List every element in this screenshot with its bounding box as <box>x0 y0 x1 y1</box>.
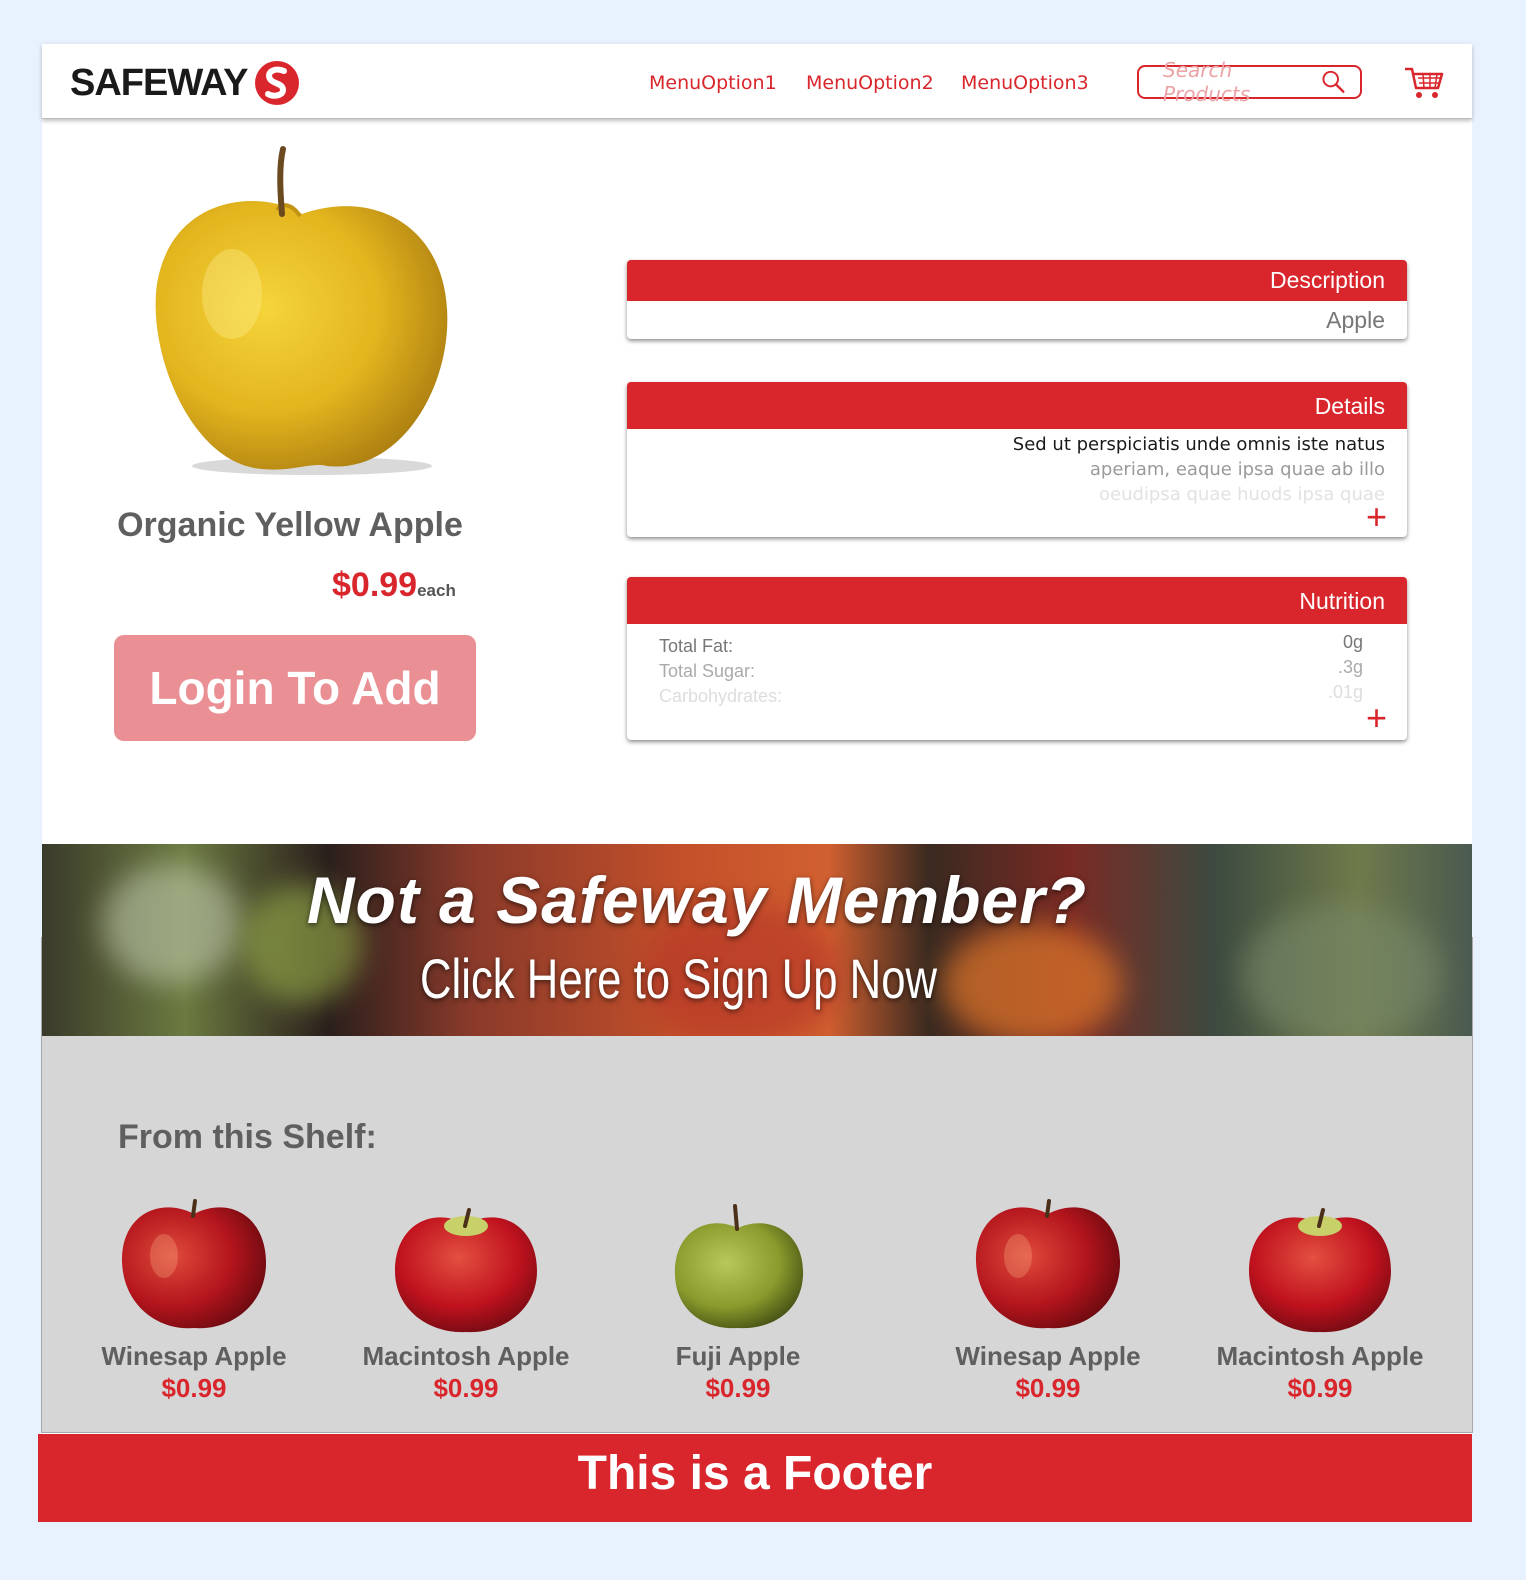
details-line: Sed ut perspiciatis unde omnis iste natu… <box>1012 434 1385 455</box>
nutrition-label: Total Fat: <box>659 636 734 656</box>
nutrition-value: .01g <box>1327 682 1363 702</box>
shelf-item-price: $0.99 <box>161 1373 227 1403</box>
shelf-item[interactable]: Macintosh Apple $0.99 <box>331 1196 601 1404</box>
nutrition-value: .3g <box>1337 657 1363 677</box>
signup-banner[interactable]: Not a Safeway Member? Click Here to Sign… <box>42 844 1472 1036</box>
shelf-item-price: $0.99 <box>1015 1373 1081 1403</box>
shelf-title: From this Shelf: <box>118 1118 377 1156</box>
nutrition-row-fat: Total Fat: 0g <box>627 632 1385 657</box>
shelf-item-price: $0.99 <box>705 1373 771 1403</box>
shelf-item[interactable]: Fuji Apple $0.99 <box>603 1196 873 1404</box>
product-price: $0.99each <box>332 566 456 605</box>
expand-nutrition-plus-icon[interactable]: + <box>1366 700 1387 736</box>
shelf-item-red-apple-image <box>1249 1208 1391 1333</box>
shelf-item-red-apple-image <box>395 1208 537 1333</box>
details-body: Sed ut perspiciatis unde omnis iste natu… <box>627 429 1407 535</box>
details-line: oeudipsa quae huods ipsa quae <box>1099 484 1385 505</box>
price-unit: each <box>417 581 456 600</box>
nutrition-panel: Nutrition Total Fat: 0g Total Sugar: .3g… <box>627 577 1407 740</box>
nutrition-label: Carbohydrates: <box>659 686 783 706</box>
safeway-logo[interactable]: SAFEWAY <box>70 61 301 105</box>
shelf-item-name: Macintosh Apple <box>1216 1341 1424 1371</box>
search-icon[interactable] <box>1321 69 1346 95</box>
details-panel: Details Sed ut perspiciatis unde omnis i… <box>627 382 1407 537</box>
details-header: Details <box>627 382 1407 429</box>
banner-background-blur <box>942 924 1122 1036</box>
nutrition-row-sugar: Total Sugar: .3g <box>627 657 1385 682</box>
shelf-item[interactable]: Winesap Apple $0.99 <box>59 1196 329 1404</box>
cart-icon[interactable] <box>1404 66 1444 100</box>
login-to-add-button[interactable]: Login To Add <box>114 635 476 741</box>
product-name: Organic Yellow Apple <box>117 506 463 544</box>
shelf-item-red-apple-image <box>121 1199 267 1329</box>
product-image-yellow-apple <box>155 146 448 475</box>
shelf-item-price: $0.99 <box>1287 1373 1353 1403</box>
site-footer: This is a Footer <box>38 1434 1472 1522</box>
shelf-item-name: Winesap Apple <box>955 1341 1141 1371</box>
banner-signup-link[interactable]: Click Here to Sign Up Now <box>420 946 937 1011</box>
shelf-item-name: Winesap Apple <box>101 1341 287 1371</box>
nutrition-label: Total Sugar: <box>659 661 756 681</box>
nutrition-body: Total Fat: 0g Total Sugar: .3g Carbohydr… <box>627 624 1407 736</box>
expand-details-plus-icon[interactable]: + <box>1366 499 1387 535</box>
nav-menu-option-2[interactable]: MenuOption2 <box>806 72 934 94</box>
price-value: $0.99 <box>332 566 418 604</box>
details-line: aperiam, eaque ipsa quae ab illo <box>1089 459 1385 480</box>
shelf-item-name: Macintosh Apple <box>362 1341 570 1371</box>
shelf-item-name: Fuji Apple <box>675 1341 801 1371</box>
banner-title: Not a Safeway Member? <box>306 863 1088 937</box>
description-value: Apple <box>1326 307 1385 333</box>
description-panel: Description Apple <box>627 260 1407 339</box>
nav-menu-option-1[interactable]: MenuOption1 <box>649 72 777 94</box>
shelf-item-green-apple-image <box>674 1204 804 1329</box>
page: SAFEWAY MenuOption1 MenuOption2 MenuOpti… <box>41 44 1473 1522</box>
nutrition-value: 0g <box>1342 632 1363 652</box>
nutrition-header: Nutrition <box>627 577 1407 624</box>
description-body: Apple <box>627 301 1407 339</box>
shelf-item-price: $0.99 <box>433 1373 499 1403</box>
nutrition-row-carbs: Carbohydrates: .01g <box>627 682 1385 707</box>
search-placeholder: Search Products <box>1163 58 1251 106</box>
shelf-item[interactable]: Winesap Apple $0.99 <box>913 1196 1183 1404</box>
shelf-item-red-apple-image <box>975 1199 1121 1329</box>
logo-text: SAFEWAY <box>70 61 248 104</box>
safeway-s-icon <box>255 61 300 105</box>
site-header: SAFEWAY MenuOption1 MenuOption2 MenuOpti… <box>42 44 1472 119</box>
description-header: Description <box>627 260 1407 301</box>
search-input[interactable]: Search Products <box>1137 58 1362 106</box>
shelf-item[interactable]: Macintosh Apple $0.99 <box>1185 1196 1455 1404</box>
nav-menu-option-3[interactable]: MenuOption3 <box>961 72 1089 94</box>
